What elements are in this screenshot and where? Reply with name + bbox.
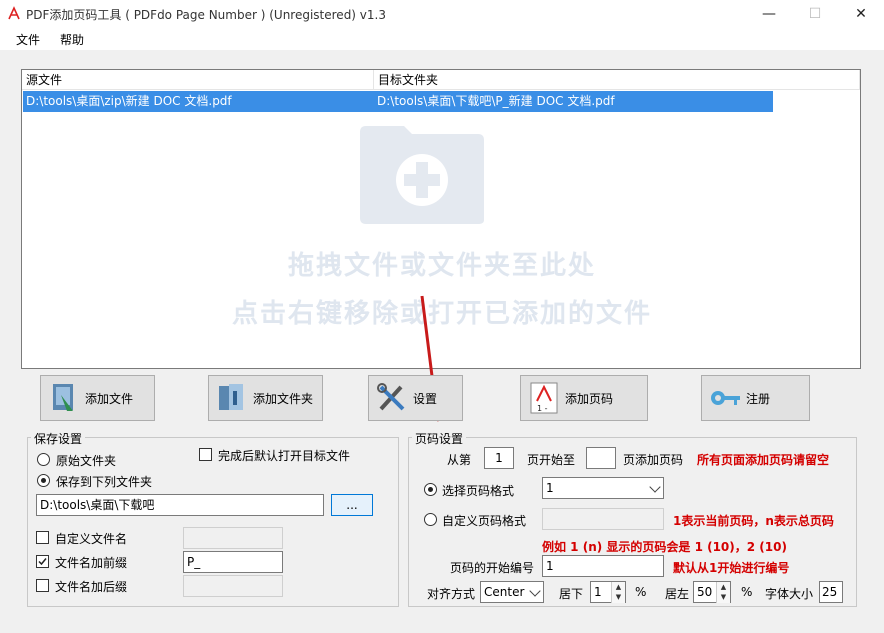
custom-format-label: 自定义页码格式	[442, 514, 527, 528]
original-folder-radio[interactable]	[37, 453, 50, 466]
open-after-checkbox[interactable]	[199, 448, 212, 461]
tools-icon	[377, 383, 405, 411]
custom-format-input[interactable]	[542, 508, 664, 530]
add-folder-label: 添加文件夹	[253, 391, 314, 406]
custom-name-label: 自定义文件名	[55, 532, 128, 546]
start-to-label: 页开始至	[527, 453, 576, 467]
save-to-folder-radio[interactable]	[37, 474, 50, 487]
row-target-cell: D:\tools\桌面\下载吧\P_新建 DOC 文档.pdf	[377, 94, 615, 108]
select-format-radio[interactable]	[424, 483, 437, 496]
prefix-input[interactable]: P_	[183, 551, 283, 573]
menu-bar	[0, 28, 884, 50]
folder-path-input[interactable]: D:\tools\桌面\下载吧	[36, 494, 324, 516]
open-after-label: 完成后默认打开目标文件	[218, 449, 351, 463]
row-source-cell: D:\tools\桌面\zip\新建 DOC 文档.pdf	[26, 94, 232, 108]
bottom-percent: %	[635, 585, 647, 599]
format-select-value: 1	[546, 481, 554, 495]
spinner-arrows-icon[interactable]: ▲ ▼	[716, 582, 730, 603]
menu-help[interactable]: 帮助	[60, 31, 84, 48]
drop-hint-line1: 拖拽文件或文件夹至此处	[287, 251, 596, 281]
custom-format-radio[interactable]	[424, 513, 437, 526]
original-folder-label: 原始文件夹	[56, 454, 117, 468]
left-value: 50	[697, 585, 713, 599]
suffix-label: 文件名加后缀	[55, 580, 128, 594]
add-page-number-button[interactable]: 1 - 添加页码	[520, 375, 648, 421]
suffix-checkbox[interactable]	[36, 579, 49, 592]
left-percent: %	[741, 585, 753, 599]
left-spinner[interactable]: 50 ▲ ▼	[693, 581, 731, 603]
align-select-value: Center	[484, 585, 525, 599]
add-page-number-label: 添加页码	[565, 391, 614, 406]
align-label: 对齐方式	[427, 587, 476, 601]
hint-start-number: 默认从1开始进行编号	[673, 561, 790, 575]
chevron-down-icon	[529, 585, 541, 597]
add-folder-icon	[219, 384, 243, 410]
add-file-icon	[53, 384, 73, 411]
browse-button[interactable]: ...	[331, 494, 373, 516]
pdf-app-icon	[6, 6, 22, 22]
save-settings-title: 保存设置	[31, 430, 86, 447]
page-settings-title: 页码设置	[412, 430, 467, 447]
hint-all-pages: 所有页面添加页码请留空	[697, 453, 830, 467]
bottom-label: 居下	[559, 587, 584, 601]
font-size-input[interactable]: 25	[819, 581, 843, 603]
close-button[interactable]: ✕	[838, 0, 884, 28]
bottom-spinner[interactable]: 1 ▲ ▼	[590, 581, 626, 603]
column-header-target[interactable]: 目标文件夹	[374, 70, 860, 90]
suffix-input[interactable]	[183, 575, 283, 597]
from-label: 从第	[447, 453, 472, 467]
register-button[interactable]: 注册	[701, 375, 810, 421]
select-format-label: 选择页码格式	[442, 484, 515, 498]
pdf-page-number-icon: 1 -	[530, 382, 558, 414]
add-page-label: 页添加页码	[623, 453, 684, 467]
custom-name-checkbox[interactable]	[36, 531, 49, 544]
chevron-down-icon	[649, 481, 661, 493]
add-file-button[interactable]: 添加文件	[40, 375, 155, 421]
minimize-button[interactable]: —	[746, 0, 792, 28]
register-label: 注册	[746, 391, 771, 406]
menu-file[interactable]: 文件	[16, 31, 40, 48]
align-select[interactable]: Center	[480, 581, 544, 603]
to-page-input[interactable]	[586, 447, 616, 469]
prefix-label: 文件名加前缀	[55, 556, 128, 570]
left-label: 居左	[665, 587, 690, 601]
folder-add-icon	[356, 122, 488, 229]
custom-name-input[interactable]	[183, 527, 283, 549]
hint-example: 例如 1 (n) 显示的页码会是 1 (10)，2 (10)	[542, 540, 787, 554]
table-row[interactable]: D:\tools\桌面\zip\新建 DOC 文档.pdf D:\tools\桌…	[23, 91, 773, 112]
settings-button[interactable]: 设置	[368, 375, 463, 421]
window-title: PDF添加页码工具 ( PDFdo Page Number ) (Unregis…	[26, 8, 386, 22]
svg-text:1 -: 1 -	[537, 404, 548, 413]
key-icon	[711, 391, 740, 405]
settings-label: 设置	[413, 391, 438, 406]
save-to-folder-label: 保存到下列文件夹	[56, 475, 153, 489]
spinner-arrows-icon[interactable]: ▲ ▼	[611, 582, 625, 603]
column-header-source[interactable]: 源文件	[22, 70, 374, 90]
add-file-label: 添加文件	[85, 391, 134, 406]
from-page-input[interactable]: 1	[484, 447, 514, 469]
format-select[interactable]: 1	[542, 477, 664, 499]
hint-custom-format: 1表示当前页码，n表示总页码	[673, 514, 834, 528]
start-number-input[interactable]: 1	[542, 555, 664, 577]
font-size-label: 字体大小	[765, 587, 814, 601]
prefix-checkbox[interactable]	[36, 555, 49, 568]
add-folder-button[interactable]: 添加文件夹	[208, 375, 323, 421]
bottom-value: 1	[594, 585, 602, 599]
maximize-button[interactable]: ☐	[792, 0, 838, 28]
start-number-label: 页码的开始编号	[450, 561, 535, 575]
